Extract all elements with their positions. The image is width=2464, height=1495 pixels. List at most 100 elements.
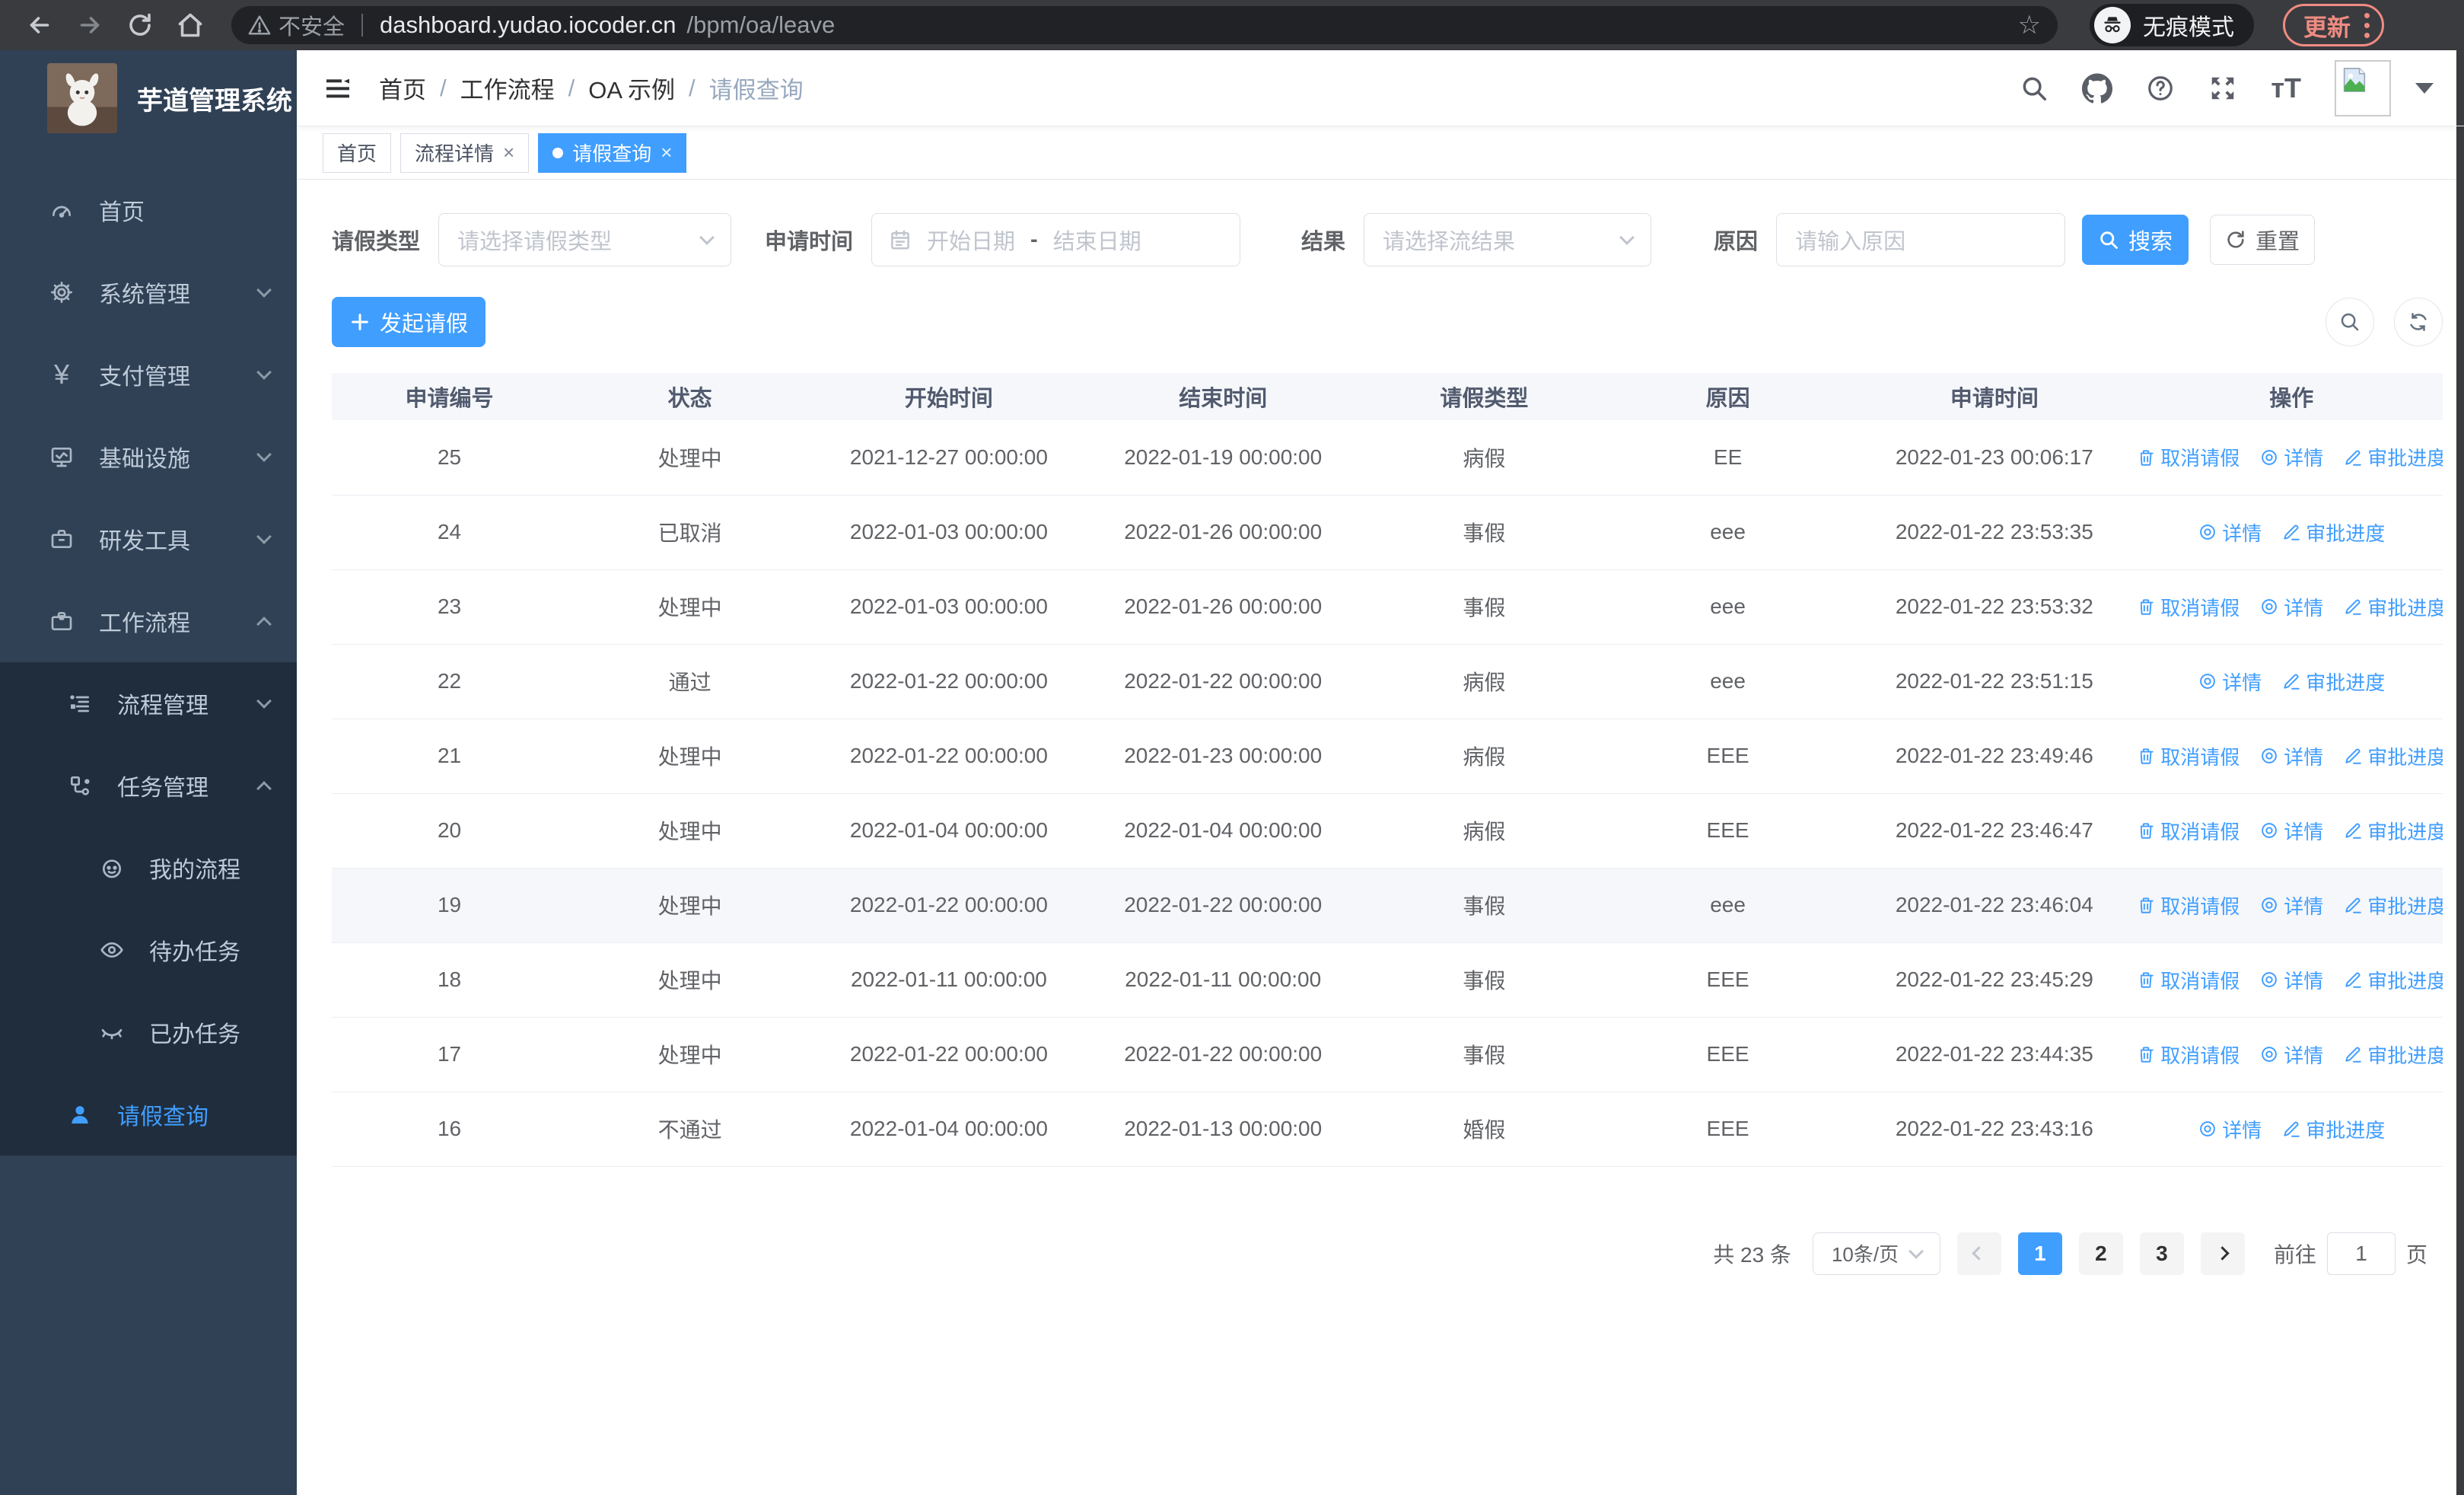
sidebar-item-todo-tasks[interactable]: 待办任务	[0, 909, 297, 991]
tab-label: 首页	[337, 142, 377, 165]
bookmark-star-icon[interactable]: ☆	[2018, 10, 2041, 40]
approval-progress-link[interactable]: 审批进度	[2343, 443, 2443, 471]
breadcrumb-oa-example[interactable]: OA 示例	[588, 71, 675, 105]
help-icon[interactable]	[2146, 74, 2175, 103]
cancel-leave-link[interactable]: 取消请假	[2140, 966, 2240, 994]
prev-page-button[interactable]	[1956, 1232, 2001, 1275]
cell-reason: eee	[1607, 569, 1849, 645]
detail-link[interactable]: 详情	[2198, 668, 2262, 696]
sidebar-item-infra[interactable]: 基础设施	[0, 416, 297, 498]
cell-status: 处理中	[567, 569, 813, 645]
avatar[interactable]	[2335, 59, 2391, 116]
briefcase-icon	[49, 608, 75, 634]
create-leave-button[interactable]: 发起请假	[332, 297, 485, 347]
browser-scrollbar-track[interactable]	[2456, 50, 2464, 1495]
cell-apply-time: 2022-01-22 23:53:35	[1848, 495, 2141, 570]
cancel-leave-link[interactable]: 取消请假	[2140, 443, 2240, 471]
reset-button-label: 重置	[2255, 230, 2300, 254]
yen-icon: ¥	[53, 359, 70, 390]
close-icon[interactable]: ×	[503, 141, 514, 164]
sidebar-item-home[interactable]: 首页	[0, 169, 297, 251]
cancel-leave-link[interactable]: 取消请假	[2140, 593, 2240, 621]
avatar-caret-icon[interactable]	[2415, 82, 2434, 94]
tag-tabbar: 首页 流程详情 × 请假查询 ×	[297, 126, 2464, 180]
approval-progress-link[interactable]: 审批进度	[2281, 518, 2385, 547]
reset-button[interactable]: 重置	[2210, 215, 2316, 265]
close-icon[interactable]: ×	[661, 141, 672, 164]
sidebar-item-task-mgmt[interactable]: 任务管理	[0, 744, 297, 827]
sidebar-item-done-tasks[interactable]: 已办任务	[0, 991, 297, 1073]
reason-input[interactable]: 请输入原因	[1776, 213, 2066, 266]
fullscreen-icon[interactable]	[2208, 74, 2237, 103]
approval-progress-link[interactable]: 审批进度	[2343, 742, 2443, 770]
reload-icon[interactable]	[120, 5, 160, 45]
page-button-1[interactable]: 1	[2017, 1232, 2062, 1275]
home-icon[interactable]	[170, 5, 210, 45]
search-icon[interactable]	[2020, 74, 2049, 103]
cell-leave-type: 事假	[1361, 868, 1607, 943]
cell-status: 处理中	[567, 1017, 813, 1092]
browser-update-button[interactable]: 更新	[2283, 4, 2384, 46]
approval-progress-link[interactable]: 审批进度	[2343, 593, 2443, 621]
detail-link[interactable]: 详情	[2259, 1041, 2323, 1069]
sidebar-item-workflow[interactable]: 工作流程	[0, 580, 297, 662]
apply-time-range-picker[interactable]: 开始日期 - 结束日期	[871, 213, 1241, 266]
sidebar-item-payment[interactable]: ¥ 支付管理	[0, 333, 297, 416]
trash-icon	[2140, 897, 2154, 913]
detail-link[interactable]: 详情	[2198, 518, 2262, 547]
next-page-button[interactable]	[2200, 1232, 2245, 1275]
table-search-toggle-button[interactable]	[2326, 298, 2374, 346]
cell-status: 不通过	[567, 1092, 813, 1167]
cancel-leave-link[interactable]: 取消请假	[2140, 742, 2240, 770]
github-icon[interactable]	[2082, 72, 2113, 104]
cancel-leave-link[interactable]: 取消请假	[2140, 817, 2240, 845]
font-size-icon[interactable]: ᴛT	[2271, 72, 2301, 104]
table-refresh-button[interactable]	[2394, 298, 2443, 346]
breadcrumb-home[interactable]: 首页	[379, 71, 426, 105]
approval-progress-link[interactable]: 审批进度	[2281, 1115, 2385, 1143]
monitor-icon	[49, 444, 75, 470]
detail-link[interactable]: 详情	[2259, 817, 2323, 845]
sidebar-item-devtools[interactable]: 研发工具	[0, 498, 297, 580]
tab-home[interactable]: 首页	[323, 132, 392, 173]
detail-link[interactable]: 详情	[2198, 1115, 2262, 1143]
detail-link[interactable]: 详情	[2259, 593, 2323, 621]
browser-menu-icon[interactable]	[2364, 12, 2370, 38]
detail-link[interactable]: 详情	[2259, 891, 2323, 920]
forward-icon[interactable]	[70, 5, 110, 45]
leave-type-select[interactable]: 请选择请假类型	[438, 213, 732, 266]
tab-leave-query[interactable]: 请假查询 ×	[538, 132, 687, 173]
detail-link[interactable]: 详情	[2259, 966, 2323, 994]
page-button-2[interactable]: 2	[2078, 1232, 2123, 1275]
approval-progress-link[interactable]: 审批进度	[2343, 891, 2443, 920]
cell-reason: EEE	[1607, 1092, 1849, 1167]
sidebar-item-label: 基础设施	[99, 447, 190, 472]
input-placeholder: 请输入原因	[1795, 230, 1906, 254]
page-button-3[interactable]: 3	[2139, 1232, 2184, 1275]
approval-progress-link[interactable]: 审批进度	[2343, 817, 2443, 845]
incognito-badge: 无痕模式	[2090, 4, 2254, 46]
approval-progress-link[interactable]: 审批进度	[2343, 1041, 2443, 1069]
sidebar-item-system[interactable]: 系统管理	[0, 251, 297, 333]
cancel-leave-link[interactable]: 取消请假	[2140, 891, 2240, 920]
sidebar-item-my-process[interactable]: 我的流程	[0, 827, 297, 909]
detail-link[interactable]: 详情	[2259, 742, 2323, 770]
sidebar-item-process-mgmt[interactable]: 流程管理	[0, 662, 297, 744]
sidebar-item-leave-query[interactable]: 请假查询	[0, 1073, 297, 1156]
sidebar-collapse-icon[interactable]	[323, 73, 353, 104]
leave-type-label: 请假类型	[332, 230, 421, 254]
security-chip[interactable]: 不安全	[248, 9, 345, 41]
result-select[interactable]: 请选择流结果	[1364, 213, 1652, 266]
view-icon	[2262, 897, 2278, 913]
approval-progress-link[interactable]: 审批进度	[2343, 966, 2443, 994]
detail-link[interactable]: 详情	[2259, 443, 2323, 471]
cancel-leave-link[interactable]: 取消请假	[2140, 1041, 2240, 1069]
breadcrumb-workflow[interactable]: 工作流程	[460, 71, 555, 105]
page-size-select[interactable]: 10条/页	[1812, 1232, 1940, 1275]
address-bar[interactable]: 不安全 dashboard.yudao.iocoder.cn/bpm/oa/le…	[231, 6, 2058, 44]
tab-process-detail[interactable]: 流程详情 ×	[400, 132, 530, 173]
goto-page-input[interactable]: 1	[2326, 1232, 2396, 1275]
back-icon[interactable]	[20, 5, 59, 45]
approval-progress-link[interactable]: 审批进度	[2281, 668, 2385, 696]
search-button[interactable]: 搜索	[2082, 215, 2189, 265]
